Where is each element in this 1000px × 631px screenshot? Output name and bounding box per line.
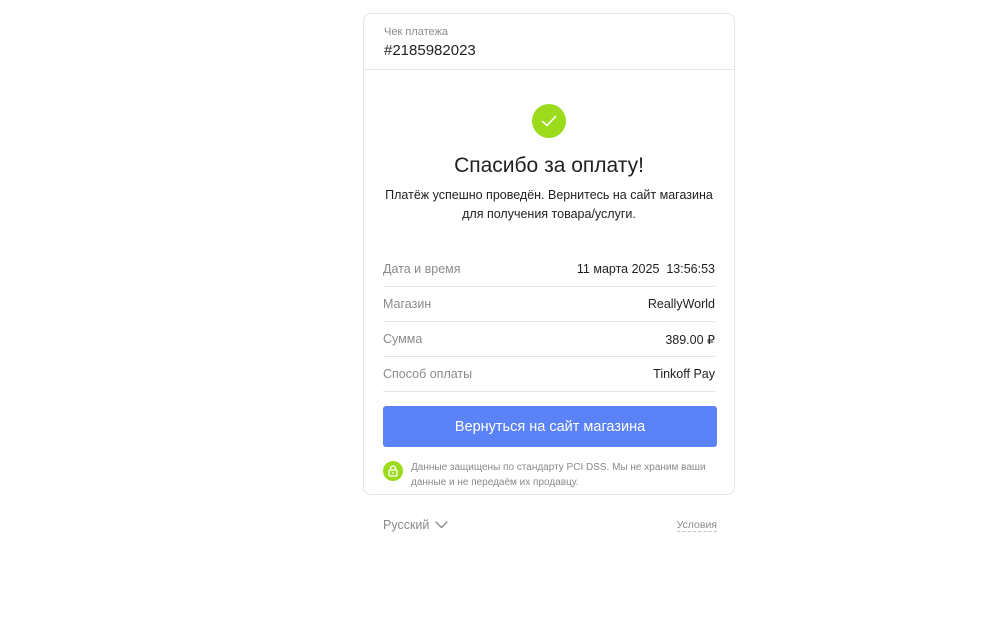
detail-row-amount: Сумма 389.00 ₽ [383, 322, 715, 357]
receipt-number: #2185982023 [384, 42, 476, 59]
terms-link[interactable]: Условия [676, 519, 717, 532]
success-message: Платёж успешно проведён. Вернитесь на са… [385, 188, 713, 221]
receipt-label: Чек платежа [384, 26, 448, 38]
detail-value: Tinkoff Pay [653, 367, 715, 381]
detail-row-shop: Магазин ReallyWorld [383, 287, 715, 322]
payment-receipt-page: Чек платежа #2185982023 Спасибо за оплат… [0, 0, 1000, 631]
detail-row-payment-method: Способ оплаты Tinkoff Pay [383, 357, 715, 392]
detail-label: Сумма [383, 332, 423, 346]
detail-row-datetime: Дата и время 11 марта 2025 13:56:53 [383, 252, 715, 287]
security-text: Данные защищены по стандарту PCI DSS. Мы… [411, 462, 706, 488]
language-select[interactable]: Русский [383, 518, 449, 532]
lock-icon [383, 461, 403, 481]
detail-value: 11 марта 2025 13:56:53 [576, 262, 715, 276]
language-label: Русский [383, 518, 430, 532]
return-to-shop-button[interactable]: Вернуться на сайт магазина [383, 406, 717, 447]
chevron-down-icon [429, 518, 449, 532]
security-notice: Данные защищены по стандарту PCI DSS. Мы… [383, 460, 715, 490]
footer: Русский Условия [383, 518, 718, 532]
receipt-card: Чек платежа #2185982023 Спасибо за оплат… [363, 13, 735, 495]
detail-label: Дата и время [383, 262, 461, 276]
detail-value: 389.00 ₽ [665, 332, 715, 347]
receipt-header: Чек платежа #2185982023 [364, 14, 734, 70]
success-title: Спасибо за оплату! [454, 154, 644, 177]
check-icon [532, 104, 566, 138]
detail-label: Магазин [383, 297, 432, 311]
payment-details: Дата и время 11 марта 2025 13:56:53 Мага… [383, 252, 715, 392]
detail-value: ReallyWorld [647, 297, 715, 311]
detail-label: Способ оплаты [383, 367, 473, 381]
success-section: Спасибо за оплату! Платёж успешно провед… [364, 70, 734, 224]
